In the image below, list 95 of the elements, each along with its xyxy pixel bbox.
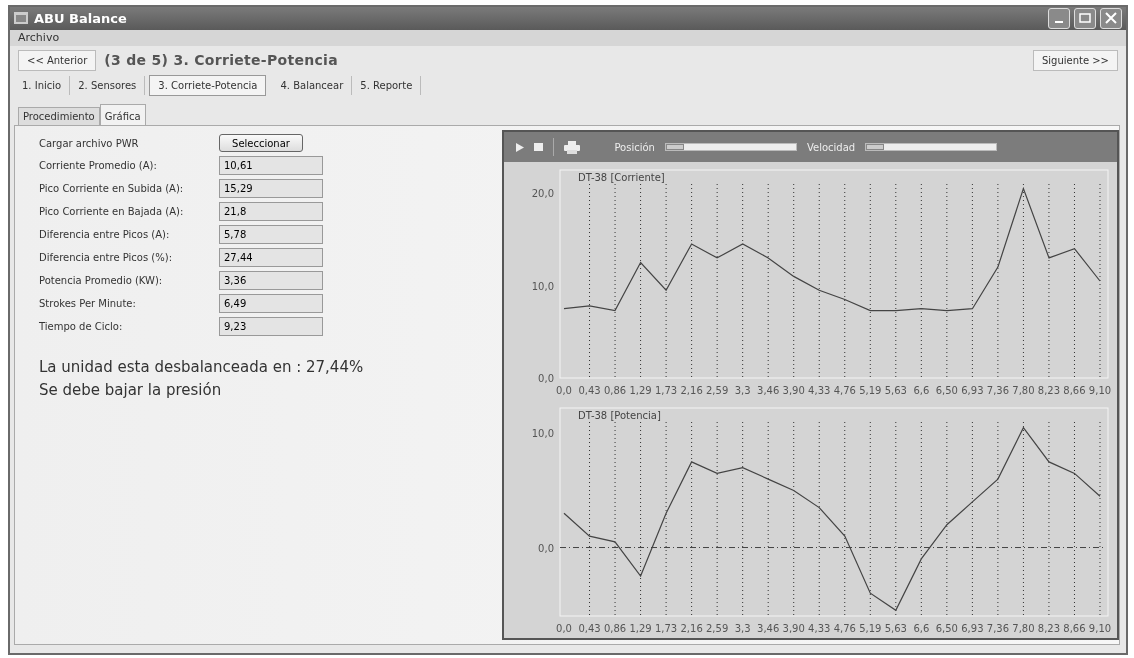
tick-label: 7,80 xyxy=(1012,623,1035,634)
tick-label: 5,63 xyxy=(885,623,908,634)
tick-label: 0,43 xyxy=(578,385,602,396)
step-tab[interactable]: 1. Inicio xyxy=(14,76,71,95)
tick-label: 10,0 xyxy=(532,280,555,292)
tick-label: 1,73 xyxy=(655,385,678,396)
field-label: Pico Corriente en Bajada (A): xyxy=(39,205,185,219)
step-tab[interactable]: 3. Corriete-Potencia xyxy=(149,75,267,96)
tick-label: 8,66 xyxy=(1063,385,1087,396)
tick-label: 5,19 xyxy=(859,385,882,396)
tick-label: 4,76 xyxy=(834,385,857,396)
tick-label: 1,73 xyxy=(655,623,678,634)
value-field[interactable]: 9,23 xyxy=(219,317,323,336)
chart-title: DT-38 [Potencia] xyxy=(578,410,662,421)
field-label: Pico Corriente en Subida (A): xyxy=(39,182,185,196)
minimize-icon xyxy=(1055,20,1063,23)
tick-label: 7,80 xyxy=(1012,385,1035,396)
tick-label: 0,43 xyxy=(578,623,602,634)
field-label: Strokes Per Minute: xyxy=(39,297,137,311)
maximize-icon xyxy=(1079,13,1091,24)
tick-label: 6,93 xyxy=(961,623,984,634)
value-field[interactable]: 27,44 xyxy=(219,248,323,267)
tick-label: 6,6 xyxy=(913,623,930,634)
slider-label: Posición xyxy=(614,140,655,155)
tick-label: 4,76 xyxy=(834,623,857,634)
step-title: (3 de 5) 3. Corriete-Potencia xyxy=(104,51,338,70)
tick-label: 6,50 xyxy=(936,623,959,634)
step-tab[interactable]: 5. Reporte xyxy=(352,76,422,95)
field-label: Cargar archivo PWR xyxy=(39,136,140,151)
tick-label: 4,33 xyxy=(808,623,831,634)
close-icon xyxy=(1105,12,1117,25)
previous-button[interactable]: << Anterior xyxy=(18,50,97,71)
field-label: Corriente Promedio (A): xyxy=(39,159,158,173)
tick-label: 2,16 xyxy=(680,385,704,396)
value-field[interactable]: 3,36 xyxy=(219,271,323,290)
tick-label: 3,90 xyxy=(783,385,806,396)
play-icon[interactable] xyxy=(516,142,525,152)
value-field[interactable]: 6,49 xyxy=(219,294,323,313)
field-label: Tiempo de Ciclo: xyxy=(39,320,124,334)
tick-label: 4,33 xyxy=(808,385,831,396)
tick-label: 0,0 xyxy=(538,373,555,384)
tick-label: 6,93 xyxy=(961,385,984,396)
close-button[interactable] xyxy=(1100,7,1122,29)
tick-label: 9,10 xyxy=(1089,623,1112,634)
field-label: Potencia Promedio (KW): xyxy=(39,274,164,288)
tick-label: 1,29 xyxy=(629,623,653,634)
tick-label: 5,19 xyxy=(859,623,882,634)
tick-label: 3,46 xyxy=(757,385,780,396)
select-button[interactable]: Seleccionar xyxy=(219,134,303,152)
status-message: La unidad esta desbalanceada en : 27,44% xyxy=(39,357,365,378)
tick-label: 2,59 xyxy=(706,623,729,634)
tick-label: 0,86 xyxy=(604,623,627,634)
tab[interactable]: Procedimiento xyxy=(18,107,100,125)
tick-label: 8,23 xyxy=(1038,623,1061,634)
tick-label: 10,0 xyxy=(532,428,555,440)
tick-label: 6,50 xyxy=(936,385,959,396)
tick-label: 1,29 xyxy=(629,385,653,396)
tick-label: 0,0 xyxy=(556,385,573,396)
next-button[interactable]: Siguiente >> xyxy=(1032,50,1118,71)
maximize-button[interactable] xyxy=(1074,7,1096,29)
slider-label: Velocidad xyxy=(806,140,856,155)
tick-label: 7,36 xyxy=(987,385,1010,396)
minimize-button[interactable] xyxy=(1048,7,1070,29)
field-label: Diferencia entre Picos (A): xyxy=(39,228,171,242)
app-icon xyxy=(14,12,28,25)
tick-label: 0,0 xyxy=(556,623,573,634)
value-field[interactable]: 15,29 xyxy=(219,179,323,198)
print-icon[interactable] xyxy=(564,140,581,154)
tick-label: 20,0 xyxy=(532,188,555,200)
tick-label: 8,23 xyxy=(1038,385,1061,396)
stop-icon[interactable] xyxy=(534,143,544,151)
tab[interactable]: Gráfica xyxy=(99,104,146,125)
tick-label: 0,86 xyxy=(604,385,627,396)
tick-label: 3,3 xyxy=(735,623,752,634)
tick-label: 3,46 xyxy=(757,623,780,634)
tick-label: 5,63 xyxy=(885,385,908,396)
tick-label: 0,0 xyxy=(538,542,555,554)
chart-title: DT-38 [Corriente] xyxy=(578,172,666,183)
step-tab[interactable]: 4. Balancear xyxy=(272,76,353,95)
status-message: Se debe bajar la presión xyxy=(39,379,223,401)
tick-label: 7,36 xyxy=(987,623,1010,634)
tick-label: 6,6 xyxy=(913,385,930,396)
value-field[interactable]: 21,8 xyxy=(219,202,323,221)
value-field[interactable]: 10,61 xyxy=(219,156,323,175)
tick-label: 8,66 xyxy=(1063,623,1087,634)
step-tab[interactable]: 2. Sensores xyxy=(70,76,146,95)
tick-label: 3,90 xyxy=(783,623,806,634)
value-field[interactable]: 5,78 xyxy=(219,225,323,244)
tick-label: 2,59 xyxy=(706,385,729,396)
field-label: Diferencia entre Picos (%): xyxy=(39,251,174,265)
window-title: ABU Balance xyxy=(34,9,127,28)
menu-item[interactable]: Archivo xyxy=(18,29,60,46)
tick-label: 2,16 xyxy=(680,623,704,634)
tick-label: 9,10 xyxy=(1089,385,1112,396)
tick-label: 3,3 xyxy=(735,385,752,396)
